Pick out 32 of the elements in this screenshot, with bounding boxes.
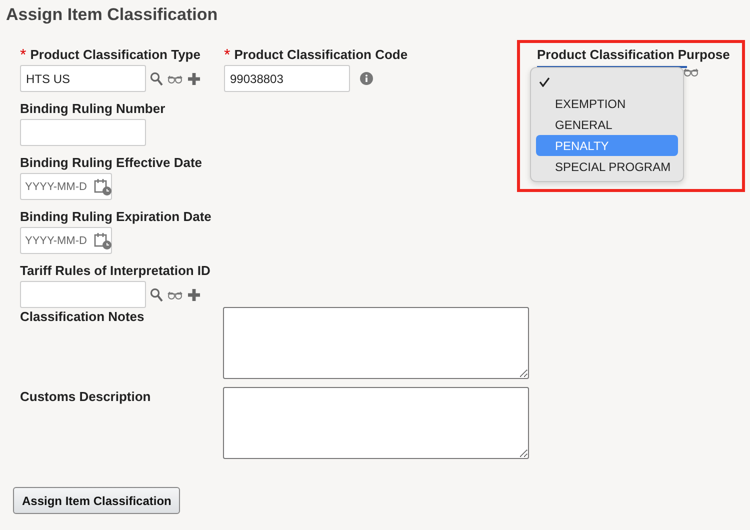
assign-button[interactable]: Assign Item Classification — [13, 487, 180, 514]
field-label: Product Classification Code — [234, 47, 408, 64]
input-field[interactable]: 99038803 — [224, 65, 350, 92]
info-icon[interactable] — [360, 72, 373, 85]
field-label: Binding Ruling Effective Date — [20, 155, 202, 172]
dropdown-option[interactable]: SPECIAL PROGRAM — [536, 156, 678, 177]
add-icon[interactable] — [187, 72, 201, 86]
field-label: Product Classification Purpose — [537, 47, 730, 64]
add-icon[interactable] — [187, 288, 201, 302]
required-marker: * — [224, 47, 230, 65]
glasses-icon[interactable] — [167, 74, 183, 84]
field-label: Classification Notes — [20, 308, 146, 326]
date-field[interactable]: YYYY-MM-D — [20, 173, 112, 200]
page-title: Assign Item Classification — [6, 5, 219, 25]
field-label: Product Classification Type — [30, 47, 200, 64]
glasses-icon[interactable] — [683, 67, 699, 77]
search-icon[interactable] — [150, 288, 163, 302]
input-field[interactable] — [20, 119, 146, 146]
field-label: Tariff Rules of Interpretation ID — [20, 263, 210, 280]
date-field[interactable]: YYYY-MM-D — [20, 227, 112, 254]
dropdown-option[interactable]: EXEMPTION — [536, 93, 678, 114]
search-icon[interactable] — [150, 72, 163, 86]
field-label: Binding Ruling Number — [20, 101, 166, 118]
field-label: Binding Ruling Expiration Date — [20, 209, 212, 226]
input-field[interactable]: HTS US — [20, 65, 146, 92]
dropdown-option[interactable]: GENERAL — [536, 114, 678, 135]
required-marker: * — [20, 47, 26, 65]
text-area[interactable] — [223, 307, 529, 379]
input-field[interactable] — [20, 281, 146, 308]
text-area[interactable] — [223, 387, 529, 459]
field-label: Customs Description — [20, 388, 152, 406]
glasses-icon[interactable] — [167, 290, 183, 300]
